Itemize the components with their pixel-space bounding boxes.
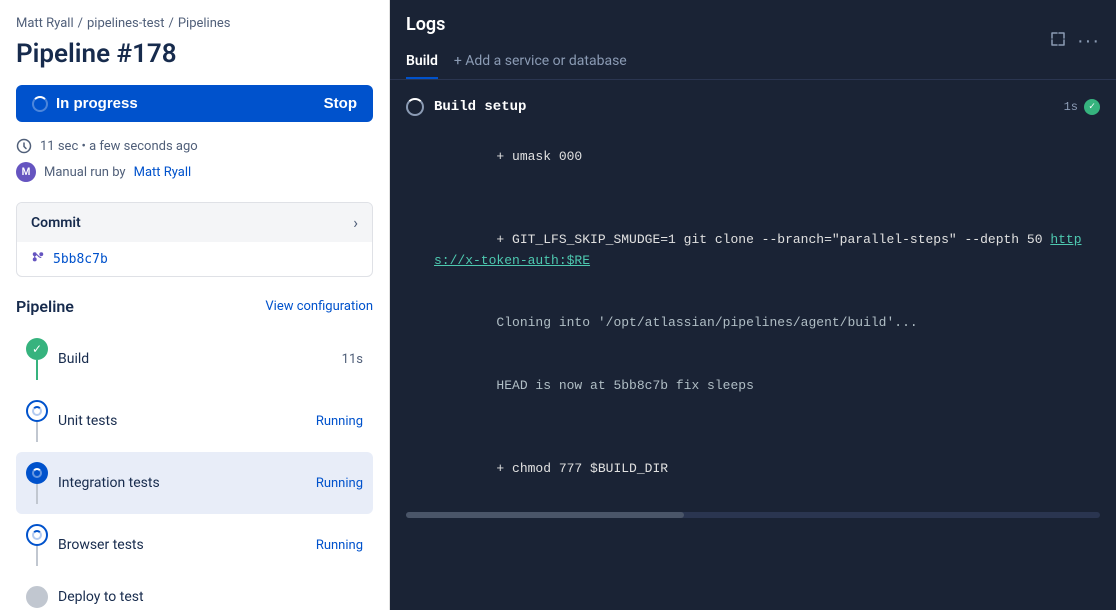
step-icon-wrapper-integration bbox=[26, 462, 48, 504]
commit-header[interactable]: Commit › bbox=[17, 203, 372, 242]
more-options-button[interactable]: ··· bbox=[1077, 30, 1100, 53]
step-icon-wrapper-deploy bbox=[26, 586, 48, 608]
step-icon-wrapper-build: ✓ bbox=[26, 338, 48, 380]
logs-title: Logs bbox=[406, 14, 643, 35]
log-line-blank-2 bbox=[434, 417, 1100, 438]
step-status-build: 11s bbox=[342, 352, 363, 367]
status-left: In progress bbox=[32, 95, 138, 112]
step-status-browser: Running bbox=[316, 538, 363, 553]
build-setup-spinner bbox=[406, 98, 424, 116]
pipeline-steps: ✓ Build 11s Unit tests Running bbox=[16, 328, 373, 610]
logs-header-left: Logs Build + Add a service or database bbox=[406, 14, 643, 79]
logs-tab-build[interactable]: Build bbox=[406, 45, 438, 79]
pipeline-step-deploy[interactable]: Deploy to test bbox=[16, 576, 373, 610]
log-line-5: + chmod 777 $BUILD_DIR bbox=[434, 438, 1100, 500]
stop-button[interactable]: Stop bbox=[324, 95, 357, 112]
pipeline-title: Pipeline bbox=[16, 297, 74, 316]
clone-line: Cloning into '/opt/atlassian/pipelines/a… bbox=[496, 315, 917, 330]
build-setup-label: Build setup bbox=[434, 99, 526, 115]
status-button[interactable]: In progress Stop bbox=[16, 85, 373, 122]
unit-spinner bbox=[32, 406, 42, 416]
in-progress-spinner bbox=[32, 96, 48, 112]
build-setup-success-icon: ✓ bbox=[1084, 99, 1100, 115]
breadcrumb-user[interactable]: Matt Ryall bbox=[16, 16, 74, 31]
pipeline-step-browser-tests[interactable]: Browser tests Running bbox=[16, 514, 373, 576]
step-icon-wrapper-unit bbox=[26, 400, 48, 442]
build-setup-header[interactable]: Build setup 1s ✓ bbox=[390, 92, 1116, 122]
meta-info: 11 sec • a few seconds ago M Manual run … bbox=[16, 138, 373, 182]
page-title: Pipeline #178 bbox=[16, 39, 373, 69]
left-panel: Matt Ryall / pipelines-test / Pipelines … bbox=[0, 0, 390, 610]
head-line: HEAD is now at 5bb8c7b fix sleeps bbox=[496, 378, 753, 393]
step-status-unit: Running bbox=[316, 414, 363, 429]
manual-run-row: M Manual run by Matt Ryall bbox=[16, 162, 373, 182]
step-icon-unit bbox=[26, 400, 48, 422]
ellipsis-icon: ··· bbox=[1077, 30, 1100, 52]
step-status-integration: Running bbox=[316, 476, 363, 491]
step-name-deploy: Deploy to test bbox=[58, 589, 353, 605]
logs-tab-add-service[interactable]: + Add a service or database bbox=[454, 45, 627, 79]
logs-tabs: Build + Add a service or database bbox=[406, 45, 643, 79]
breadcrumb-section[interactable]: Pipelines bbox=[178, 16, 231, 31]
log-line-2: + GIT_LFS_SKIP_SMUDGE=1 git clone --bran… bbox=[434, 209, 1100, 292]
breadcrumb: Matt Ryall / pipelines-test / Pipelines bbox=[16, 16, 373, 31]
duration-row: 11 sec • a few seconds ago bbox=[16, 138, 373, 154]
log-line-4: HEAD is now at 5bb8c7b fix sleeps bbox=[434, 355, 1100, 417]
connector-unit-integration bbox=[36, 422, 38, 442]
expand-logs-button[interactable] bbox=[1049, 30, 1067, 53]
run-by-prefix: Manual run by bbox=[44, 165, 126, 180]
avatar: M bbox=[16, 162, 36, 182]
cmd-text-2: + GIT_LFS_SKIP_SMUDGE=1 git clone --bran… bbox=[496, 232, 1050, 247]
logs-body: Build setup 1s ✓ + umask 000 + GIT_LFS_S… bbox=[390, 80, 1116, 610]
pipeline-step-integration-tests[interactable]: Integration tests Running bbox=[16, 452, 373, 514]
step-name-unit: Unit tests bbox=[58, 413, 306, 429]
integration-spinner bbox=[32, 468, 42, 478]
clock-icon bbox=[16, 138, 32, 154]
commit-section: Commit › 5bb8c7b bbox=[16, 202, 373, 277]
breadcrumb-sep1: / bbox=[78, 16, 83, 31]
status-label: In progress bbox=[56, 95, 138, 112]
chevron-right-icon: › bbox=[353, 213, 358, 232]
step-icon-integration bbox=[26, 462, 48, 484]
commit-hash-link[interactable]: 5bb8c7b bbox=[53, 252, 108, 267]
step-icon-build: ✓ bbox=[26, 338, 48, 360]
cmd-text-1: + umask 000 bbox=[496, 149, 582, 164]
step-name-integration: Integration tests bbox=[58, 475, 306, 491]
run-by-user-link[interactable]: Matt Ryall bbox=[134, 165, 192, 180]
cmd-text-5: + chmod 777 $BUILD_DIR bbox=[496, 461, 668, 476]
git-branch-icon bbox=[31, 250, 45, 268]
breadcrumb-repo[interactable]: pipelines-test bbox=[87, 16, 164, 31]
connector-browser-deploy bbox=[36, 546, 38, 566]
breadcrumb-sep2: / bbox=[168, 16, 173, 31]
log-lines: + umask 000 + GIT_LFS_SKIP_SMUDGE=1 git … bbox=[390, 122, 1116, 504]
duration-text: 11 sec • a few seconds ago bbox=[40, 139, 198, 154]
connector-integration-browser bbox=[36, 484, 38, 504]
right-panel: Logs Build + Add a service or database ·… bbox=[390, 0, 1116, 610]
logs-header: Logs Build + Add a service or database ·… bbox=[390, 0, 1116, 80]
step-icon-deploy bbox=[26, 586, 48, 608]
pipeline-step-unit-tests[interactable]: Unit tests Running bbox=[16, 390, 373, 452]
log-line-blank-1 bbox=[434, 188, 1100, 209]
browser-spinner bbox=[32, 530, 42, 540]
log-scrollbar[interactable] bbox=[406, 512, 1100, 518]
pipeline-section-header: Pipeline View configuration bbox=[16, 297, 373, 316]
step-name-browser: Browser tests bbox=[58, 537, 306, 553]
step-icon-wrapper-browser bbox=[26, 524, 48, 566]
log-line-1: + umask 000 bbox=[434, 126, 1100, 188]
commit-title: Commit bbox=[31, 215, 81, 231]
build-setup-meta: 1s ✓ bbox=[1064, 99, 1100, 115]
logs-actions: ··· bbox=[1049, 30, 1100, 53]
pipeline-step-build[interactable]: ✓ Build 11s bbox=[16, 328, 373, 390]
step-name-build: Build bbox=[58, 351, 332, 367]
log-line-3: Cloning into '/opt/atlassian/pipelines/a… bbox=[434, 292, 1100, 354]
commit-body: 5bb8c7b bbox=[17, 242, 372, 276]
log-scrollbar-thumb bbox=[406, 512, 684, 518]
view-configuration-link[interactable]: View configuration bbox=[265, 299, 373, 314]
build-setup-title: Build setup bbox=[406, 98, 526, 116]
build-setup-duration: 1s bbox=[1064, 100, 1078, 114]
step-icon-browser bbox=[26, 524, 48, 546]
connector-build-unit bbox=[36, 360, 38, 380]
